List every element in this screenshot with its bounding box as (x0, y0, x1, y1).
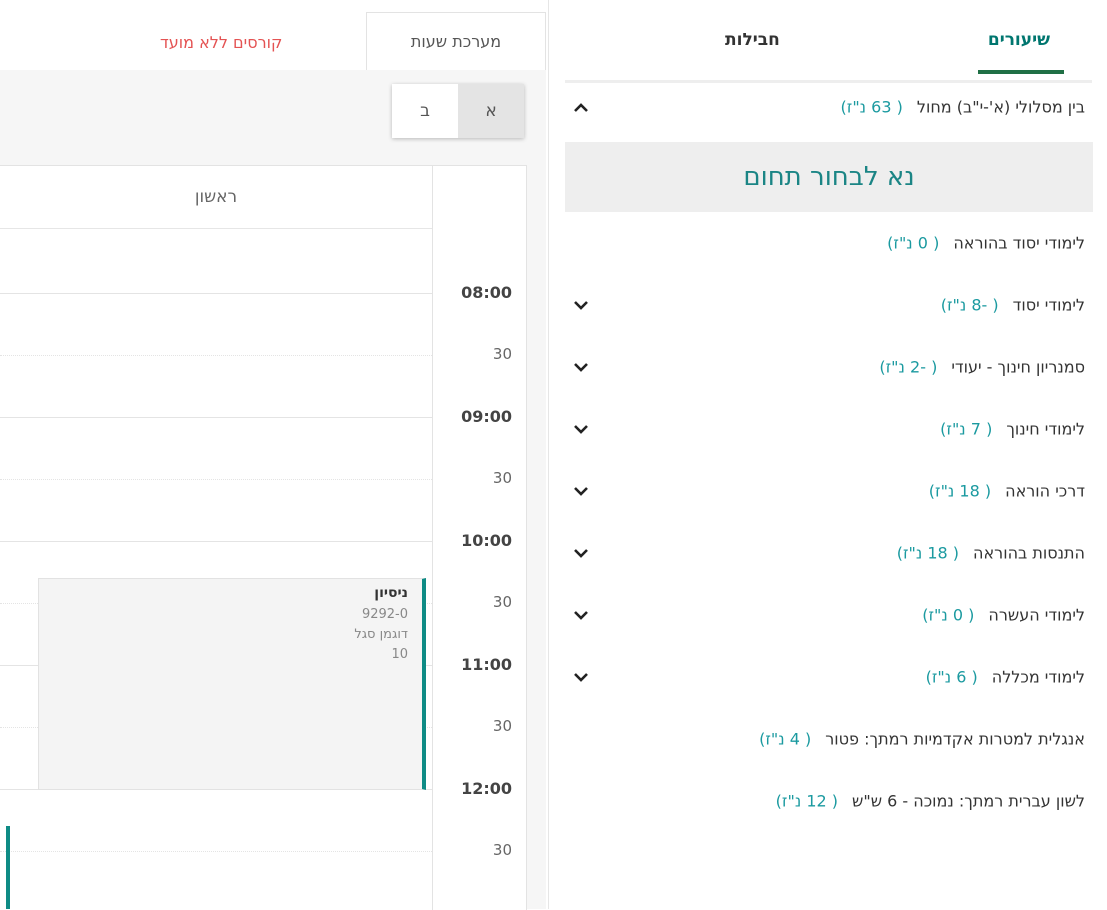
time-label: 11:00 (461, 655, 512, 674)
category-credits: ( 63 נ"ז) (840, 97, 903, 117)
chevron-down-icon[interactable] (573, 485, 589, 497)
category-name: לימודי יסוד בהוראה (953, 233, 1085, 253)
chevron-up-icon[interactable] (573, 101, 589, 113)
semester-switch: ב א (392, 84, 524, 138)
half-hour-gridline (0, 479, 432, 480)
category-row[interactable]: דרכי הוראה ( 18 נ"ז) (565, 460, 1093, 522)
category-label: לימודי מכללה ( 6 נ"ז) (926, 668, 1085, 687)
tab-schedule[interactable]: מערכת שעות (366, 12, 546, 70)
time-column-divider (432, 166, 433, 910)
semester-b-button[interactable]: ב (392, 84, 458, 138)
category-label: בין מסלולי (א'-י"ב) מחול ( 63 נ"ז) (841, 98, 1085, 117)
courses-panel: שיעורים חבילות בין מסלולי (א'-י"ב) מחול (… (548, 0, 1107, 909)
category-name: לימודי מכללה (991, 667, 1085, 687)
category-label: לימודי חינוך ( 7 נ"ז) (940, 420, 1085, 439)
category-credits: ( 0 נ"ז) (922, 605, 975, 625)
category-name: דרכי הוראה (1005, 481, 1085, 501)
category-credits: ( 0 נ"ז) (887, 233, 940, 253)
chevron-down-icon[interactable] (573, 423, 589, 435)
time-label: 30 (492, 345, 512, 363)
time-label: 10:00 (461, 531, 512, 550)
tab-no-date-courses[interactable]: קורסים ללא מועד (160, 22, 360, 62)
time-label: 30 (492, 593, 512, 611)
category-row[interactable]: לימודי חינוך ( 7 נ"ז) (565, 398, 1093, 460)
category-row[interactable]: בין מסלולי (א'-י"ב) מחול ( 63 נ"ז) (565, 76, 1093, 138)
category-credits: ( 6 נ"ז) (925, 667, 978, 687)
event-lecturer: דוגמן סגל (354, 627, 408, 642)
category-label: התנסות בהוראה ( 18 נ"ז) (897, 544, 1085, 563)
category-credits: ( 18 נ"ז) (928, 481, 992, 501)
view-tabs: מערכת שעות קורסים ללא מועד (0, 12, 546, 70)
category-row[interactable]: לימודי יסוד ( -8 נ"ז) (565, 274, 1093, 336)
category-credits: ( 12 נ"ז) (775, 791, 838, 811)
chevron-down-icon[interactable] (573, 609, 589, 621)
course-event[interactable]: ניסיון 9292-0 דוגמן סגל 10 (38, 578, 426, 790)
half-hour-gridline (0, 851, 432, 852)
event-title: ניסיון (374, 585, 408, 601)
hour-gridline (0, 417, 432, 418)
category-credits: ( 7 נ"ז) (940, 419, 993, 439)
category-name: סמנריון חינוך - יעודי (951, 357, 1085, 377)
time-label: 30 (492, 841, 512, 859)
category-label: לימודי יסוד ( -8 נ"ז) (941, 296, 1085, 315)
category-row[interactable]: אנגלית למטרות אקדמיות רמתך: פטור ( 4 נ"ז) (565, 708, 1093, 770)
category-label: לימודי יסוד בהוראה ( 0 נ"ז) (887, 234, 1085, 253)
half-hour-gridline (0, 355, 432, 356)
category-credits: ( -8 נ"ז) (940, 295, 999, 315)
category-name: בין מסלולי (א'-י"ב) מחול (916, 97, 1085, 117)
category-row[interactable]: לימודי העשרה ( 0 נ"ז) (565, 584, 1093, 646)
category-credits: ( 18 נ"ז) (896, 543, 960, 563)
category-name: לימודי יסוד (1012, 295, 1085, 315)
semester-a-button[interactable]: א (458, 84, 524, 138)
chevron-down-icon[interactable] (573, 547, 589, 559)
category-credits: ( 4 נ"ז) (759, 729, 812, 749)
category-row[interactable]: סמנריון חינוך - יעודי ( -2 נ"ז) (565, 336, 1093, 398)
tab-lessons[interactable]: שיעורים (988, 30, 1050, 50)
event-code: 9292-0 (361, 607, 408, 622)
category-row[interactable]: התנסות בהוראה ( 18 נ"ז) (565, 522, 1093, 584)
category-name: אנגלית למטרות אקדמיות רמתך: פטור (825, 729, 1085, 749)
time-label: 12:00 (461, 779, 512, 798)
chevron-down-icon[interactable] (573, 671, 589, 683)
category-row[interactable]: לשון עברית רמתך: נמוכה - 6 ש"ש ( 12 נ"ז) (565, 770, 1093, 832)
weekly-calendar: ראשון 08:00 30 09:00 30 10:00 30 11:00 30 12:00 3… (0, 165, 527, 910)
category-credits: ( -2 נ"ז) (879, 357, 938, 377)
category-label: סמנריון חינוך - יעודי ( -2 נ"ז) (879, 358, 1085, 377)
chevron-down-icon[interactable] (573, 361, 589, 373)
choose-domain-banner: נא לבחור תחום (565, 142, 1093, 212)
category-label: דרכי הוראה ( 18 נ"ז) (929, 482, 1085, 501)
category-name: לימודי העשרה (988, 605, 1085, 625)
time-label: 08:00 (461, 283, 512, 302)
tab-packages[interactable]: חבילות (725, 30, 780, 50)
category-name: התנסות בהוראה (973, 543, 1085, 563)
time-label: 09:00 (461, 407, 512, 426)
hour-gridline (0, 293, 432, 294)
active-tab-underline (978, 70, 1064, 74)
category-row[interactable]: לימודי יסוד בהוראה ( 0 נ"ז) (565, 212, 1093, 274)
time-label: 30 (492, 717, 512, 735)
category-name: לימודי חינוך (1006, 419, 1085, 439)
category-label: אנגלית למטרות אקדמיות רמתך: פטור ( 4 נ"ז) (759, 730, 1085, 749)
panel-tabs: שיעורים חבילות (565, 0, 1092, 83)
hour-gridline (0, 541, 432, 542)
chevron-down-icon[interactable] (573, 299, 589, 311)
category-label: לימודי העשרה ( 0 נ"ז) (922, 606, 1085, 625)
time-label: 30 (492, 469, 512, 487)
category-name: לשון עברית רמתך: נמוכה - 6 ש"ש (852, 791, 1085, 811)
category-label: לשון עברית רמתך: נמוכה - 6 ש"ש ( 12 נ"ז) (776, 792, 1085, 811)
event-room: 10 (391, 647, 408, 662)
day-header: ראשון (0, 166, 432, 229)
category-row[interactable]: לימודי מכללה ( 6 נ"ז) (565, 646, 1093, 708)
event-edge-marker (6, 826, 10, 909)
